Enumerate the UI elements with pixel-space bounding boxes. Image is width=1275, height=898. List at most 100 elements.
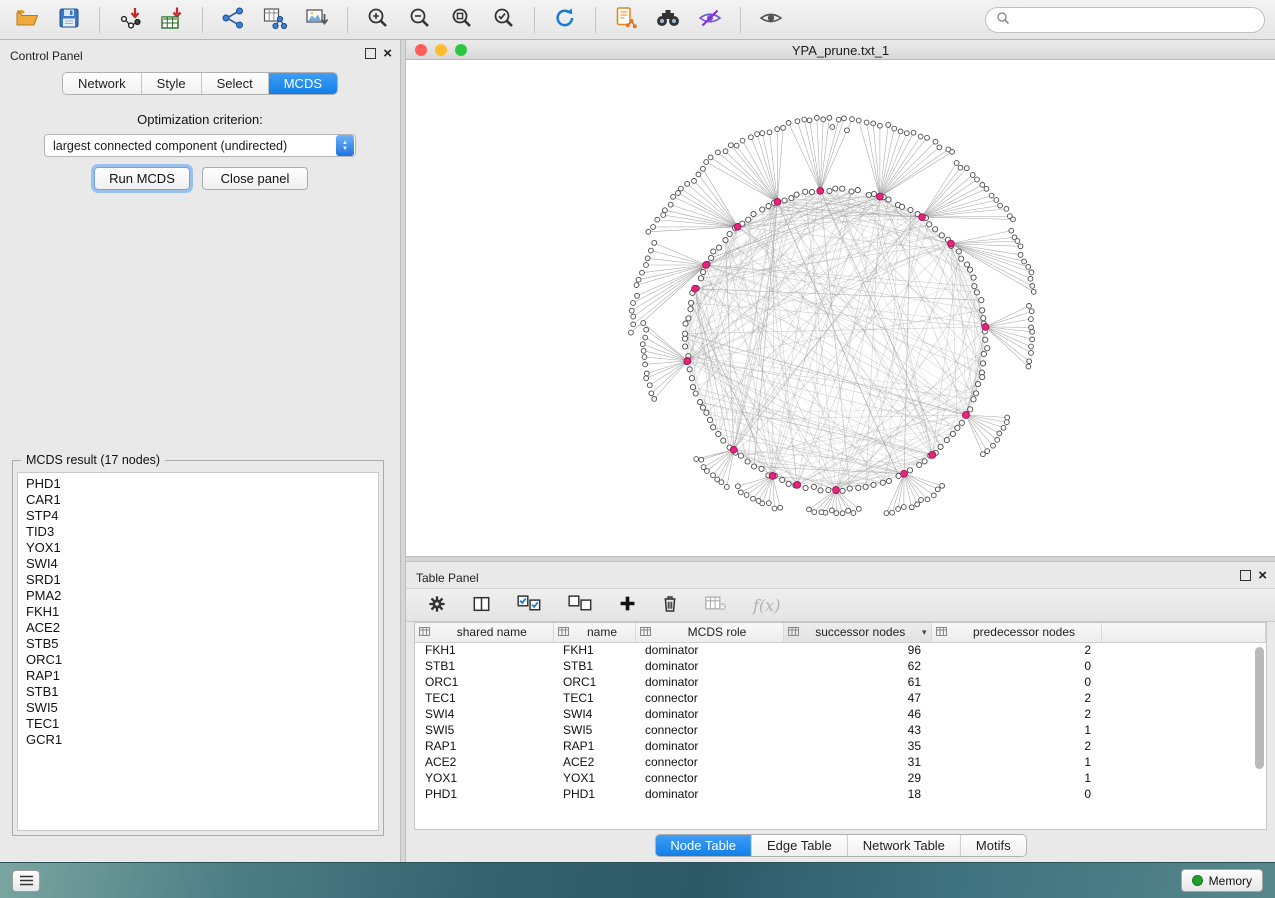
network-satellite-node[interactable] (661, 213, 666, 218)
network-satellite-node[interactable] (711, 473, 716, 478)
network-node[interactable] (855, 188, 860, 193)
network-satellite-node[interactable] (836, 117, 841, 122)
float-panel-icon[interactable] (1240, 570, 1251, 581)
network-satellite-node[interactable] (766, 501, 771, 506)
network-satellite-node[interactable] (651, 225, 656, 230)
network-satellite-node[interactable] (821, 117, 826, 122)
network-satellite-node[interactable] (925, 497, 930, 502)
network-satellite-node[interactable] (701, 166, 706, 171)
network-satellite-node[interactable] (1004, 207, 1009, 212)
network-node[interactable] (956, 249, 961, 254)
mcds-result-item[interactable]: TID3 (26, 524, 378, 540)
mcds-result-item[interactable]: SWI4 (26, 556, 378, 572)
network-satellite-node[interactable] (647, 383, 652, 388)
network-satellite-node[interactable] (807, 507, 812, 512)
network-node[interactable] (698, 276, 703, 281)
network-satellite-node[interactable] (696, 172, 701, 177)
network-satellite-node[interactable] (655, 217, 660, 222)
network-node[interactable] (818, 488, 823, 493)
network-satellite-node[interactable] (964, 166, 969, 171)
network-node[interactable] (938, 444, 943, 449)
network-satellite-node[interactable] (850, 117, 855, 122)
network-node[interactable] (968, 407, 973, 412)
network-satellite-node[interactable] (671, 194, 676, 199)
show-all-button[interactable] (754, 5, 788, 35)
network-satellite-node[interactable] (884, 511, 889, 516)
network-satellite-node[interactable] (892, 126, 897, 131)
network-node[interactable] (840, 488, 845, 493)
network-satellite-node[interactable] (644, 371, 649, 376)
mcds-result-item[interactable]: SWI5 (26, 700, 378, 716)
zoom-selected-button[interactable] (487, 5, 521, 35)
network-dominator-node[interactable] (794, 482, 801, 489)
network-satellite-node[interactable] (652, 240, 657, 245)
network-node[interactable] (697, 400, 702, 405)
network-satellite-node[interactable] (856, 507, 861, 512)
table-row[interactable]: TEC1TEC1connector472 (415, 690, 1266, 706)
network-node[interactable] (683, 321, 688, 326)
tab-select[interactable]: Select (202, 73, 269, 94)
network-dominator-node[interactable] (703, 262, 710, 269)
zoom-out-button[interactable] (403, 5, 437, 35)
mcds-result-item[interactable]: CAR1 (26, 492, 378, 508)
network-node[interactable] (847, 486, 852, 491)
select-all-button[interactable] (517, 592, 542, 618)
close-panel-button[interactable]: Close panel (202, 167, 308, 190)
network-node[interactable] (687, 367, 692, 372)
network-satellite-node[interactable] (738, 490, 743, 495)
network-node[interactable] (711, 425, 716, 430)
mcds-result-item[interactable]: GCR1 (26, 732, 378, 748)
apply-layout-button[interactable] (548, 5, 582, 35)
network-node[interactable] (974, 391, 979, 396)
network-satellite-node[interactable] (834, 511, 839, 516)
network-node[interactable] (917, 462, 922, 467)
network-dominator-node[interactable] (901, 470, 908, 477)
network-node[interactable] (693, 391, 698, 396)
function-builder-button[interactable]: f(x) (753, 592, 780, 618)
network-node[interactable] (727, 231, 732, 236)
statusbar-menu-button[interactable] (12, 870, 40, 892)
mcds-result-item[interactable]: SRD1 (26, 572, 378, 588)
mcds-result-item[interactable]: PHD1 (26, 476, 378, 492)
network-satellite-node[interactable] (997, 431, 1002, 436)
network-satellite-node[interactable] (918, 134, 923, 139)
create-column-button[interactable] (619, 592, 636, 618)
network-node[interactable] (789, 196, 794, 201)
new-network-button[interactable] (216, 5, 250, 35)
delete-table-button[interactable] (704, 592, 727, 618)
network-node[interactable] (968, 267, 973, 272)
network-satellite-node[interactable] (641, 321, 646, 326)
mcds-result-item[interactable]: RAP1 (26, 668, 378, 684)
network-satellite-node[interactable] (1018, 244, 1023, 249)
network-satellite-node[interactable] (937, 145, 942, 150)
network-satellite-node[interactable] (911, 130, 916, 135)
network-satellite-node[interactable] (716, 150, 721, 155)
network-node[interactable] (689, 300, 694, 305)
network-satellite-node[interactable] (1001, 425, 1006, 430)
network-dominator-node[interactable] (963, 412, 970, 419)
network-node[interactable] (707, 417, 712, 422)
export-image-button[interactable] (300, 5, 334, 35)
network-dominator-node[interactable] (877, 193, 884, 200)
mcds-result-list[interactable]: PHD1CAR1STP4TID3YOX1SWI4SRD1PMA2FKH1ACE2… (17, 472, 379, 831)
network-satellite-node[interactable] (958, 165, 963, 170)
network-satellite-node[interactable] (846, 508, 851, 513)
network-satellite-node[interactable] (845, 128, 850, 133)
network-node[interactable] (980, 375, 985, 380)
column-header-shared-name[interactable]: shared name (415, 623, 553, 642)
network-node[interactable] (981, 316, 986, 321)
network-satellite-node[interactable] (984, 186, 989, 191)
mcds-result-item[interactable]: STB1 (26, 684, 378, 700)
network-node[interactable] (863, 484, 868, 489)
network-node[interactable] (899, 204, 904, 209)
network-node[interactable] (908, 207, 913, 212)
table-row[interactable]: STB1STB1dominator620 (415, 658, 1266, 674)
network-satellite-node[interactable] (886, 123, 891, 128)
open-session-button[interactable] (10, 5, 44, 35)
column-header-predecessor-nodes[interactable]: predecessor nodes (931, 623, 1101, 642)
network-satellite-node[interactable] (663, 208, 668, 213)
network-satellite-node[interactable] (736, 484, 741, 489)
tab-network[interactable]: Network (63, 73, 142, 94)
network-from-table-button[interactable] (258, 5, 292, 35)
network-node[interactable] (871, 191, 876, 196)
